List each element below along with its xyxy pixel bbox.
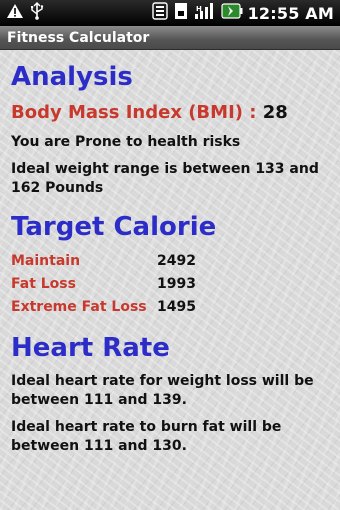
svg-text:H: H xyxy=(196,5,202,13)
status-bar: H 12:55 AM xyxy=(0,0,340,26)
app-title: Fitness Calculator xyxy=(7,29,150,46)
calorie-value: 1993 xyxy=(157,276,196,292)
bmi-value: 28 xyxy=(262,102,288,123)
target-calorie-heading: Target Calorie xyxy=(11,212,217,242)
risk-text: You are Prone to health risks xyxy=(11,134,241,150)
analysis-heading: Analysis xyxy=(11,62,133,92)
calorie-value: 1495 xyxy=(157,299,196,315)
calorie-row-maintain: Maintain 2492 xyxy=(11,250,330,273)
weight-loss-heart-rate-text: Ideal heart rate for weight loss will be… xyxy=(11,373,314,408)
bmi-label: Body Mass Index (BMI) : xyxy=(11,102,257,123)
calorie-table: Maintain 2492 Fat Loss 1993 Extreme Fat … xyxy=(11,250,330,319)
wifi-icon xyxy=(151,2,168,24)
signal-icon: H xyxy=(194,2,216,24)
sd-card-icon xyxy=(173,2,189,24)
calorie-value: 2492 xyxy=(157,253,196,269)
calorie-row-fat-loss: Fat Loss 1993 xyxy=(11,273,330,296)
calorie-label: Extreme Fat Loss xyxy=(11,299,147,315)
calorie-label: Fat Loss xyxy=(11,276,76,292)
system-tray: H 12:55 AM xyxy=(151,2,340,24)
burn-fat-heart-rate-text: Ideal heart rate to burn fat will be bet… xyxy=(11,419,282,454)
notification-area xyxy=(0,2,44,24)
calorie-row-extreme-fat-loss: Extreme Fat Loss 1495 xyxy=(11,296,330,319)
calorie-label: Maintain xyxy=(11,253,81,269)
warning-icon xyxy=(6,3,24,23)
weight-range-text: Ideal weight range is between 133 and 16… xyxy=(11,161,319,196)
app-title-bar: Fitness Calculator xyxy=(0,26,340,50)
usb-icon xyxy=(30,2,44,24)
clock: 12:55 AM xyxy=(247,3,334,23)
battery-icon xyxy=(220,3,243,23)
heart-rate-heading: Heart Rate xyxy=(11,333,170,363)
bmi-line: Body Mass Index (BMI) : 28 xyxy=(11,102,330,124)
results-panel[interactable]: Analysis Body Mass Index (BMI) : 28 You … xyxy=(0,50,340,510)
